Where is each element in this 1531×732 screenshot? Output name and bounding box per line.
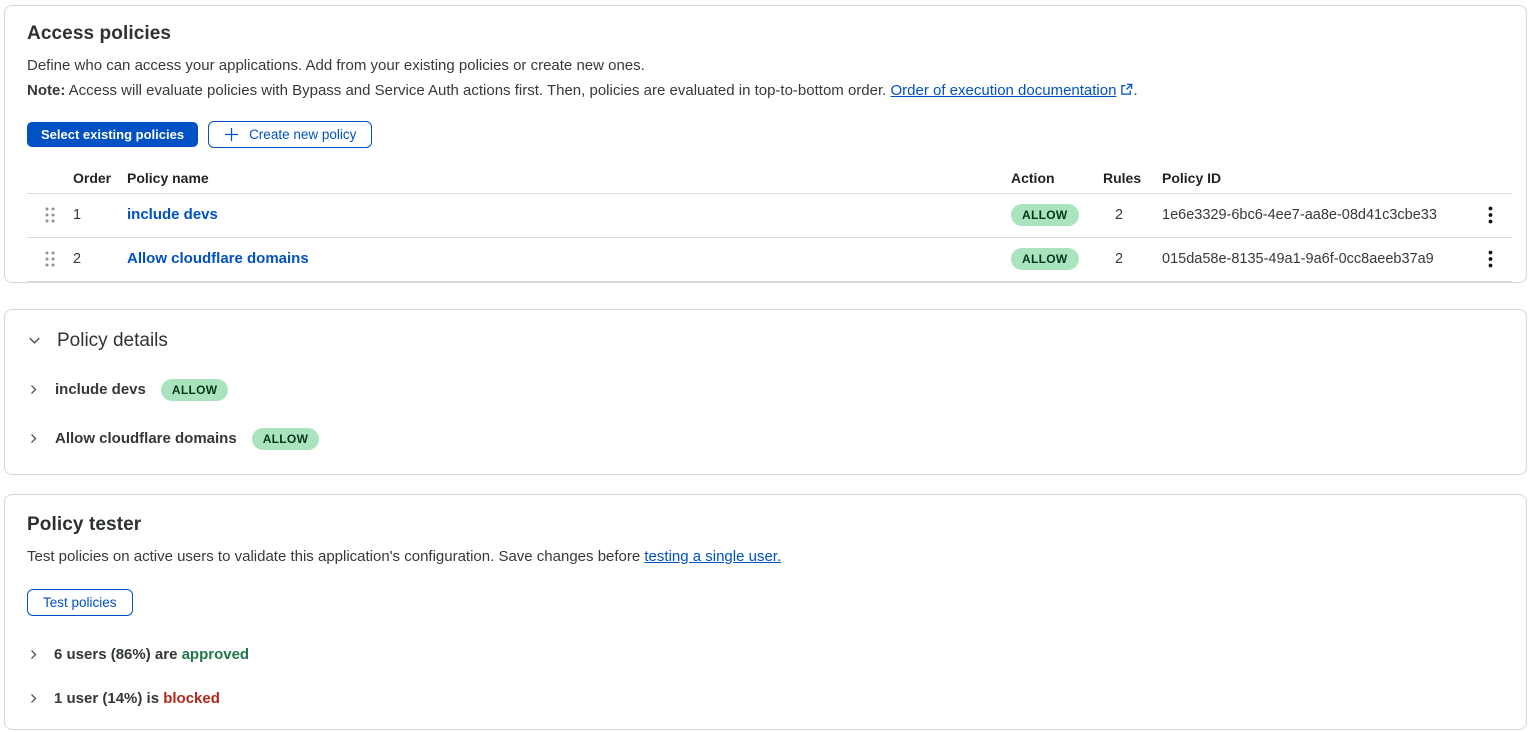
tester-result-blocked[interactable]: 1 user (14%) is blocked [27,690,1512,707]
policy-details-card: Policy details include devs ALLOW Allow … [4,309,1527,475]
policy-tester-card: Policy tester Test policies on active us… [4,494,1527,730]
testing-single-user-link[interactable]: testing a single user. [644,548,781,565]
policy-name-link[interactable]: include devs [127,206,218,223]
order-of-execution-doc-link[interactable]: Order of execution documentation [890,82,1116,99]
order-value: 2 [73,251,127,267]
action-badge: ALLOW [1011,248,1079,270]
kebab-menu-icon[interactable] [1468,244,1512,274]
access-policies-title: Access policies [27,23,1512,45]
drag-handle-icon[interactable] [27,205,73,225]
policy-id-value: 015da58e-8135-49a1-9a6f-0cc8aeeb37a9 [1162,251,1468,267]
order-value: 1 [73,207,127,223]
col-policy-id: Policy ID [1162,170,1468,186]
create-new-policy-button[interactable]: Create new policy [208,121,372,148]
policy-detail-name: Allow cloudflare domains [55,430,237,447]
note-suffix: . [1133,82,1137,99]
policy-table: Order Policy name Action Rules Policy ID… [27,163,1512,282]
drag-handle-icon[interactable] [27,249,73,269]
policy-tester-title: Policy tester [27,514,1512,536]
chevron-right-icon [27,383,40,396]
action-badge: ALLOW [252,428,320,450]
external-link-icon [1120,80,1133,103]
col-order: Order [73,170,127,186]
chevron-right-icon [27,432,40,445]
access-policies-card: Access policies Define who can access yo… [4,5,1527,283]
note-label: Note: [27,82,65,99]
policy-tester-description: Test policies on active users to validat… [27,545,1512,568]
chevron-down-icon [27,333,42,348]
table-row: 2 Allow cloudflare domains ALLOW 2 015da… [27,238,1512,282]
page: Access policies Define who can access yo… [0,0,1531,732]
rules-value: 2 [1103,251,1162,267]
kebab-menu-icon[interactable] [1468,200,1512,230]
policy-name-link[interactable]: Allow cloudflare domains [127,250,309,267]
policy-detail-name: include devs [55,381,146,398]
tester-actions: Test policies [27,589,1512,616]
status-approved: approved [182,646,250,663]
col-action: Action [1011,170,1103,186]
action-badge: ALLOW [1011,204,1079,226]
policy-details-title: Policy details [57,330,168,352]
chevron-right-icon [27,692,40,705]
plus-icon [224,127,239,142]
col-rules: Rules [1103,170,1162,186]
result-text: 6 users (86%) are approved [54,646,249,663]
access-policies-note: Note: Access will evaluate policies with… [27,79,1512,103]
access-policies-actions: Select existing policies Create new poli… [27,121,1512,148]
policy-detail-item[interactable]: include devs ALLOW [27,379,1512,401]
rules-value: 2 [1103,207,1162,223]
status-blocked: blocked [163,690,220,707]
create-new-policy-label: Create new policy [249,127,356,142]
table-row: 1 include devs ALLOW 2 1e6e3329-6bc6-4ee… [27,194,1512,238]
result-text: 1 user (14%) is blocked [54,690,220,707]
policy-details-toggle[interactable]: Policy details [27,330,1512,352]
select-existing-policies-button[interactable]: Select existing policies [27,122,198,147]
tester-result-approved[interactable]: 6 users (86%) are approved [27,646,1512,663]
col-policy-name: Policy name [127,170,1011,186]
action-badge: ALLOW [161,379,229,401]
tester-desc-text: Test policies on active users to validat… [27,548,644,565]
policy-detail-item[interactable]: Allow cloudflare domains ALLOW [27,428,1512,450]
test-policies-button[interactable]: Test policies [27,589,133,616]
policy-table-header: Order Policy name Action Rules Policy ID [27,163,1512,194]
note-text: Access will evaluate policies with Bypas… [65,82,890,99]
chevron-right-icon [27,648,40,661]
policy-id-value: 1e6e3329-6bc6-4ee7-aa8e-08d41c3cbe33 [1162,207,1468,223]
access-policies-description: Define who can access your applications.… [27,54,1512,77]
